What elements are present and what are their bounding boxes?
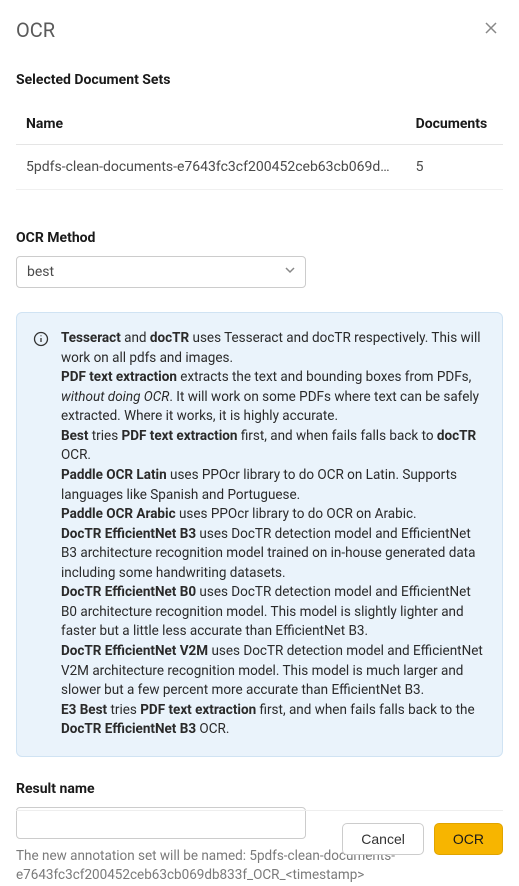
ocr-method-label: OCR Method (16, 230, 503, 246)
ocr-method-select[interactable]: best (16, 256, 306, 288)
result-name-label: Result name (16, 781, 503, 797)
col-documents: Documents (406, 104, 503, 145)
selected-sets-heading: Selected Document Sets (16, 72, 503, 88)
info-box: Tesseract and docTR uses Tesseract and d… (16, 312, 503, 757)
ocr-button[interactable]: OCR (434, 823, 503, 855)
col-name: Name (16, 104, 406, 145)
ocr-method-value: best (27, 264, 54, 280)
close-button[interactable] (479, 16, 503, 44)
cancel-button[interactable]: Cancel (342, 823, 424, 855)
cell-documents: 5 (406, 145, 503, 190)
dialog-title: OCR (16, 18, 55, 42)
footer: Cancel OCR (16, 810, 503, 855)
close-icon (483, 20, 499, 36)
table-row: 5pdfs-clean-documents-e7643fc3cf200452ce… (16, 145, 503, 190)
info-icon (33, 331, 49, 740)
info-content: Tesseract and docTR uses Tesseract and d… (61, 329, 486, 740)
selected-sets-table: Name Documents 5pdfs-clean-documents-e76… (16, 104, 503, 190)
cell-name: 5pdfs-clean-documents-e7643fc3cf200452ce… (16, 145, 406, 190)
